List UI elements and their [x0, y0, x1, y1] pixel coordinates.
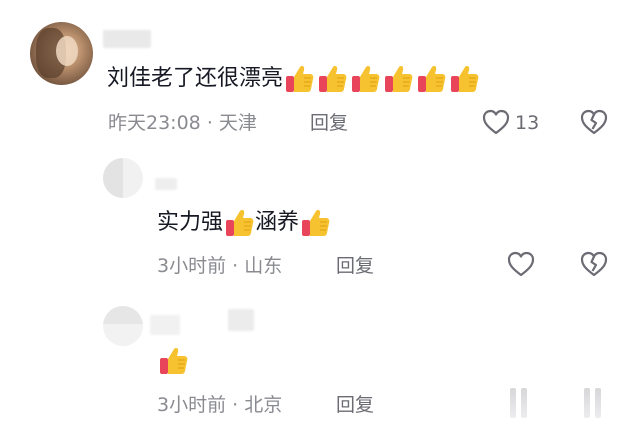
like-icon-partial[interactable]: [510, 388, 530, 418]
comment-location: 天津: [218, 112, 257, 134]
thumbs-up-icon: [223, 207, 255, 239]
reply-button[interactable]: 回复: [310, 111, 348, 135]
meta-separator: ·: [232, 255, 239, 277]
comment-text-content: 刘佳老了还很漂亮: [107, 66, 284, 91]
avatar-face: [56, 36, 78, 66]
like-count: 13: [515, 112, 540, 134]
thumbs-up-icon: [448, 63, 480, 95]
comment-text-part: 实力强: [157, 210, 224, 235]
username-blurred[interactable]: [103, 30, 151, 48]
comment-time: 3小时前: [157, 255, 227, 277]
comment-location: 北京: [244, 394, 283, 416]
comment-text-part: 涵养: [255, 210, 300, 235]
avatar-shade: [103, 158, 123, 198]
avatar-shade: [103, 306, 143, 324]
avatar[interactable]: [103, 158, 143, 198]
comment-meta: 3小时前 · 山东: [157, 254, 282, 278]
comment-time: 昨天23:08: [108, 112, 201, 134]
dislike-icon-partial[interactable]: [584, 388, 604, 418]
meta-separator: ·: [232, 394, 239, 416]
meta-separator: ·: [206, 112, 213, 134]
reply-comment-text: 实力强 涵养: [157, 207, 331, 239]
comment-meta: 昨天23:08 · 天津: [108, 111, 257, 135]
username-blurred[interactable]: [155, 178, 177, 190]
comment-location: 山东: [244, 255, 283, 277]
thumbs-up-icon: [283, 63, 315, 95]
reply-button[interactable]: 回复: [336, 254, 374, 278]
reply-comment-text: [157, 345, 189, 377]
dislike-broken-heart-icon[interactable]: [580, 251, 608, 277]
dislike-broken-heart-icon[interactable]: [580, 109, 608, 135]
thumbs-up-icon: [415, 63, 447, 95]
thumbs-up-icon: [299, 207, 331, 239]
avatar[interactable]: [103, 306, 143, 346]
comment-time: 3小时前: [157, 394, 227, 416]
username-blurred[interactable]: [228, 309, 254, 331]
username-blurred[interactable]: [150, 315, 180, 335]
avatar[interactable]: [30, 22, 93, 85]
like-heart-icon[interactable]: [507, 251, 535, 277]
thumbs-up-emoji-row: [283, 63, 480, 95]
like-heart-icon[interactable]: [482, 109, 510, 135]
comment-text: 刘佳老了还很漂亮: [107, 63, 480, 95]
thumbs-up-icon: [349, 63, 381, 95]
comment-meta: 3小时前 · 北京: [157, 393, 282, 417]
thumbs-up-icon: [382, 63, 414, 95]
reply-button[interactable]: 回复: [336, 393, 374, 417]
thumbs-up-icon: [157, 345, 189, 377]
thumbs-up-icon: [316, 63, 348, 95]
